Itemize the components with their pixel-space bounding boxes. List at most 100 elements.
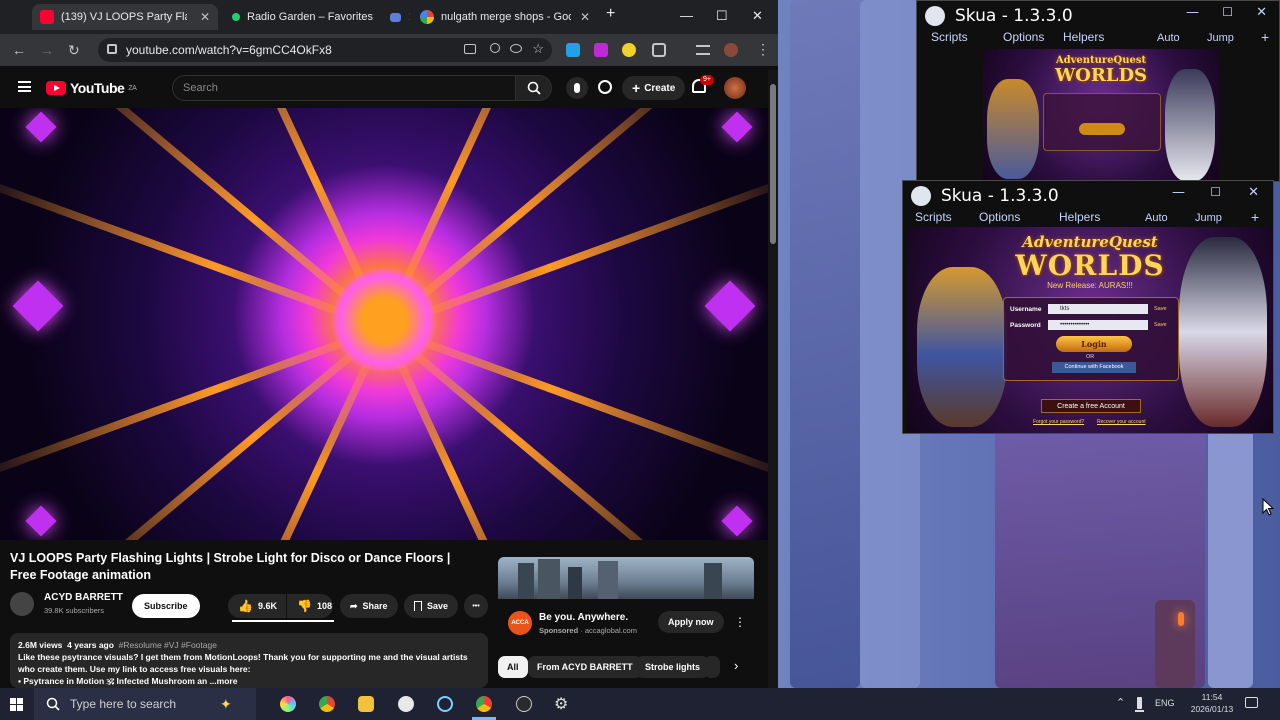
extension-icon[interactable] <box>594 43 608 57</box>
chevron-right-icon[interactable]: › <box>734 658 738 673</box>
language-indicator[interactable]: ENG <box>1155 698 1175 708</box>
page-scrollbar[interactable] <box>768 70 778 688</box>
extension-icon[interactable] <box>566 43 580 57</box>
video-player[interactable] <box>0 108 768 540</box>
hashtags[interactable]: #Resolume #VJ #Footage <box>119 640 217 650</box>
show-more-link[interactable]: ...more <box>210 676 238 686</box>
profile-avatar[interactable] <box>724 43 738 57</box>
menu-helpers[interactable]: Helpers <box>1059 210 1100 224</box>
taskbar-search-input[interactable]: Type here to search ✦ <box>34 688 256 720</box>
subscribe-button[interactable]: Subscribe <box>132 594 200 618</box>
close-button[interactable]: ✕ <box>1256 5 1267 20</box>
menu-scripts[interactable]: Scripts <box>915 210 952 224</box>
windows-start-icon[interactable] <box>10 698 23 711</box>
extension-icon[interactable] <box>622 43 636 57</box>
forward-button[interactable]: → <box>40 42 54 58</box>
install-app-icon[interactable] <box>464 44 476 54</box>
menu-jump[interactable]: Jump <box>1207 32 1234 44</box>
account-avatar[interactable] <box>724 77 746 99</box>
dislike-button[interactable]: 👎 108 <box>287 594 333 618</box>
chip-all[interactable]: All <box>498 656 528 678</box>
file-explorer-icon[interactable] <box>358 696 374 712</box>
close-button[interactable]: ✕ <box>1248 185 1259 200</box>
media-control-icon[interactable] <box>696 45 710 55</box>
close-tab-icon[interactable]: ✕ <box>408 10 410 24</box>
app-icon[interactable] <box>437 696 453 712</box>
save-button[interactable]: Save <box>404 594 459 618</box>
youtube-logo[interactable]: YouTube ZA <box>46 80 137 96</box>
notification-center-icon[interactable] <box>1245 697 1258 708</box>
menu-auto[interactable]: Auto <box>1157 32 1180 44</box>
tab-google[interactable]: nulgath merge shops - Google ✕ <box>412 4 598 30</box>
settings-gear-icon[interactable]: ⚙ <box>554 694 568 714</box>
forgot-password-link[interactable]: Forgot your password? <box>1033 419 1084 425</box>
more-actions-button[interactable]: ••• <box>464 594 488 618</box>
chip-strobe-lights[interactable]: Strobe lights <box>636 656 710 678</box>
share-button[interactable]: ➦ Share <box>340 594 398 618</box>
tab-youtube[interactable]: (139) VJ LOOPS Party Flashing ✕ <box>32 4 218 30</box>
menu-jump[interactable]: Jump <box>1195 212 1222 224</box>
game-viewport[interactable]: AdventureQuest WORLDS New Release: AURAS… <box>907 227 1273 433</box>
menu-add[interactable]: + <box>1261 29 1269 45</box>
minimize-button[interactable]: — <box>1186 5 1199 20</box>
cast-share-icon[interactable] <box>598 80 612 94</box>
menu-options[interactable]: Options <box>1003 30 1044 44</box>
close-window-button[interactable]: ✕ <box>752 8 763 24</box>
chrome-active-icon[interactable] <box>476 696 492 712</box>
maximize-button[interactable]: ☐ <box>1222 5 1233 19</box>
chrome-icon[interactable] <box>319 696 335 712</box>
menu-auto[interactable]: Auto <box>1145 212 1168 224</box>
minimize-button[interactable]: — <box>1172 185 1185 200</box>
eye-off-icon[interactable] <box>510 44 522 53</box>
game-viewport-back[interactable]: AdventureQuest WORLDS <box>983 49 1219 181</box>
save-password-checkbox[interactable]: Save <box>1154 322 1167 328</box>
menu-add[interactable]: + <box>1251 209 1259 225</box>
back-button[interactable]: ← <box>12 42 26 58</box>
reload-button[interactable]: ↻ <box>68 42 80 59</box>
apply-now-button[interactable]: Apply now <box>658 611 724 633</box>
hamburger-menu-icon[interactable] <box>18 81 31 92</box>
minimize-button[interactable]: — <box>680 8 693 23</box>
copilot-icon[interactable] <box>280 696 296 712</box>
sponsored-ad[interactable]: ACCA Be you. Anywhere. Sponsored · accag… <box>498 557 754 647</box>
description-box[interactable]: 2.6M views 4 years ago #Resolume #VJ #Fo… <box>10 633 488 688</box>
app-icon[interactable] <box>516 696 532 712</box>
recover-account-link[interactable]: Recover your account <box>1097 419 1146 425</box>
menu-helpers[interactable]: Helpers <box>1063 30 1104 44</box>
facebook-login-button[interactable]: Continue with Facebook <box>1052 362 1136 373</box>
battery-icon[interactable] <box>1137 697 1142 709</box>
browser-menu-button[interactable]: ⋮ <box>756 41 770 58</box>
skua-window-front[interactable]: Skua - 1.3.3.0 — ☐ ✕ Scripts Options Hel… <box>902 180 1274 434</box>
voice-search-button[interactable] <box>566 77 588 99</box>
tab-radio-garden[interactable]: Radio Garden – Favorites ✕ <box>224 4 410 30</box>
create-account-button[interactable]: Create a free Account <box>1041 399 1141 413</box>
password-input[interactable]: •••••••••••••• <box>1048 320 1148 330</box>
like-button[interactable]: 👍 9.6K <box>228 594 286 618</box>
create-button[interactable]: + Create <box>622 76 686 100</box>
close-tab-icon[interactable]: ✕ <box>580 10 590 24</box>
close-tab-icon[interactable]: ✕ <box>200 10 210 24</box>
tray-expand-icon[interactable]: ⌃ <box>1116 696 1125 709</box>
ad-menu-icon[interactable]: ⋮ <box>734 615 746 629</box>
maximize-button[interactable]: ☐ <box>1210 185 1221 199</box>
search-button[interactable] <box>516 75 552 101</box>
username-input[interactable]: tkts <box>1048 304 1148 314</box>
skua-window-back[interactable]: Skua - 1.3.3.0 — ☐ ✕ Scripts Options Hel… <box>916 0 1280 182</box>
menu-scripts[interactable]: Scripts <box>931 30 968 44</box>
bookmark-star-icon[interactable]: ☆ <box>532 41 544 57</box>
scrollbar-thumb[interactable] <box>770 84 776 244</box>
search-input[interactable]: Search <box>172 75 516 101</box>
site-info-icon[interactable] <box>107 44 117 54</box>
channel-name[interactable]: ACYD BARRETT <box>44 592 123 603</box>
steam-icon[interactable] <box>398 696 414 712</box>
login-button[interactable]: Login <box>1056 336 1132 352</box>
chip-from-channel[interactable]: From ACYD BARRETT <box>528 656 642 678</box>
maximize-button[interactable]: ☐ <box>716 8 728 24</box>
new-tab-button[interactable]: + <box>606 5 615 23</box>
clock[interactable]: 11:54 2026/01/13 <box>1190 691 1234 715</box>
menu-options[interactable]: Options <box>979 210 1020 224</box>
extensions-puzzle-icon[interactable] <box>652 43 666 57</box>
address-bar[interactable]: youtube.com/watch?v=6gmCC4OkFx8 ☆ <box>98 38 552 62</box>
save-username-checkbox[interactable]: Save <box>1154 306 1167 312</box>
channel-avatar[interactable] <box>10 592 34 616</box>
